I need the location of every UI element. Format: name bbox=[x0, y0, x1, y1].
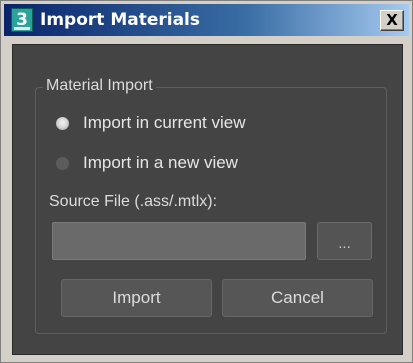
source-file-input[interactable] bbox=[52, 222, 306, 260]
window-title: Import Materials bbox=[40, 10, 200, 30]
option-new-view[interactable]: Import in a new view bbox=[56, 152, 238, 174]
app-icon-underline bbox=[14, 27, 30, 30]
option-new-view-label: Import in a new view bbox=[83, 153, 238, 172]
close-button[interactable]: X bbox=[380, 10, 404, 31]
radio-new-view[interactable] bbox=[56, 156, 69, 170]
import-button[interactable]: Import bbox=[61, 279, 212, 317]
radio-current-view[interactable] bbox=[56, 116, 69, 130]
source-file-label: Source File (.ass/.mtlx): bbox=[49, 193, 218, 210]
option-current-view-label: Import in current view bbox=[83, 113, 246, 132]
group-label: Material Import bbox=[43, 76, 156, 96]
browse-button[interactable]: ... bbox=[317, 222, 372, 260]
title-bar[interactable]: 3 Import Materials X bbox=[4, 4, 409, 36]
option-current-view[interactable]: Import in current view bbox=[56, 112, 246, 134]
cancel-button[interactable]: Cancel bbox=[222, 279, 373, 317]
import-materials-dialog: 3 Import Materials X Material Import Imp… bbox=[0, 0, 413, 363]
app-logo-icon: 3 bbox=[11, 8, 33, 32]
